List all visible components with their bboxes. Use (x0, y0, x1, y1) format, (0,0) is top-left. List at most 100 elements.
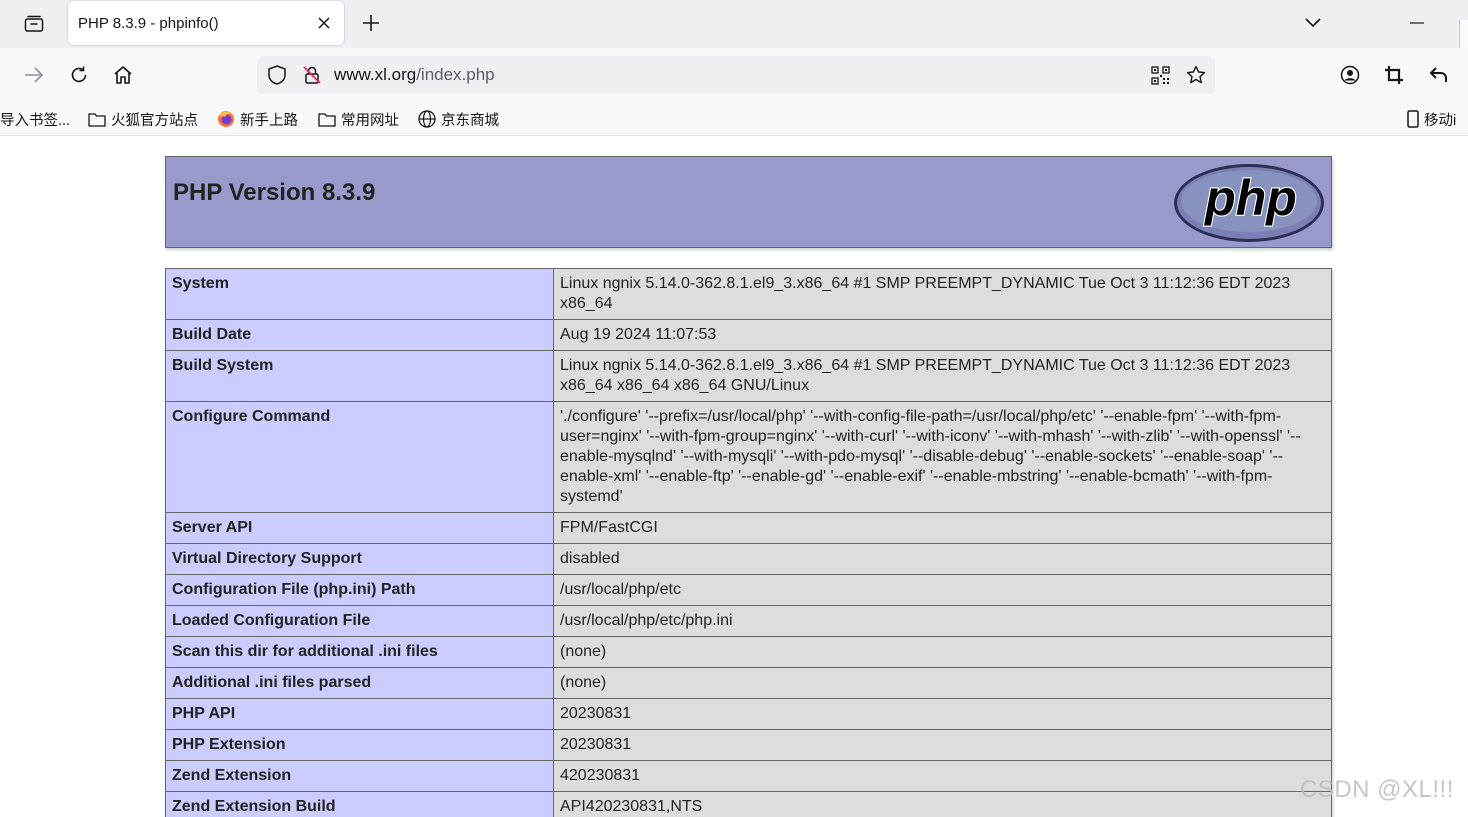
row-value: (none) (553, 667, 1332, 699)
row-value: Linux ngnix 5.14.0-362.8.1.el9_3.x86_64 … (553, 350, 1332, 402)
row-key: Server API (165, 512, 554, 544)
arrow-right-icon (25, 67, 44, 83)
chevron-down-icon (1305, 18, 1321, 28)
row-value: 20230831 (553, 729, 1332, 761)
bookmarks-toolbar: 导入书签... 火狐官方站点 新手上路 常用网址 京东商城 移动i (0, 102, 1468, 136)
row-key: Configuration File (php.ini) Path (165, 574, 554, 606)
row-key: Build Date (165, 319, 554, 351)
bookmark-import[interactable]: 导入书签... (0, 108, 70, 130)
row-key: Zend Extension Build (165, 791, 554, 817)
bookmark-label: 新手上路 (240, 112, 298, 129)
row-value: Linux ngnix 5.14.0-362.8.1.el9_3.x86_64 … (553, 268, 1332, 320)
navigation-toolbar: www.xl.org/index.php (0, 48, 1468, 102)
row-key: Scan this dir for additional .ini files (165, 636, 554, 668)
row-value: Aug 19 2024 11:07:53 (553, 319, 1332, 351)
table-row: Zend Extension 420230831 (165, 760, 1332, 792)
php-version-header: PHP Version 8.3.9 php (165, 156, 1332, 248)
row-key: Loaded Configuration File (165, 605, 554, 637)
table-row: Configure Command './configure' '--prefix… (165, 401, 1332, 513)
table-row: Configuration File (php.ini) Path/usr/lo… (165, 574, 1332, 606)
row-value: './configure' '--prefix=/usr/local/php' … (553, 401, 1332, 513)
row-key: Virtual Directory Support (165, 543, 554, 575)
row-key: PHP Extension (165, 729, 554, 761)
table-row: Build System Linux ngnix 5.14.0-362.8.1.e… (165, 350, 1332, 402)
bookmark-label: 导入书签... (0, 112, 71, 129)
tab-strip: PHP 8.3.9 - phpinfo() (0, 0, 1468, 48)
page-title: PHP Version 8.3.9 (173, 179, 376, 206)
folder-icon (87, 109, 107, 129)
window-minimize-button[interactable] (1402, 8, 1432, 38)
table-row: Server API FPM/FastCGI (165, 512, 1332, 544)
row-key: Additional .ini files parsed (165, 667, 554, 699)
minimize-icon (1410, 22, 1424, 24)
plus-icon (363, 15, 379, 31)
row-value: API420230831,NTS (553, 791, 1332, 817)
table-row: Zend Extension Build API420230831,NTS (165, 791, 1332, 817)
bookmark-firefox-official[interactable]: 火狐官方站点 (87, 108, 198, 130)
table-row: Additional .ini files parsed (none) (165, 667, 1332, 699)
close-icon (318, 17, 330, 29)
qr-code-icon[interactable] (1149, 64, 1171, 86)
svg-text:php: php (1203, 170, 1297, 226)
row-value: /usr/local/php/etc (553, 574, 1332, 606)
insecure-lock-icon[interactable] (301, 64, 323, 86)
home-button[interactable] (107, 59, 139, 91)
mobile-phone-icon (1406, 109, 1420, 129)
reload-icon (71, 66, 87, 83)
table-row: PHP Extension 20230831 (165, 729, 1332, 761)
globe-icon (417, 109, 437, 129)
firefox-view-button[interactable] (14, 8, 54, 40)
bookmark-label: 移动i (1424, 112, 1457, 129)
bookmark-label: 常用网址 (341, 112, 399, 129)
row-key: Configure Command (165, 401, 554, 513)
new-tab-button[interactable] (356, 8, 386, 38)
table-row: Build Date Aug 19 2024 11:07:53 (165, 319, 1332, 351)
tracking-protection-shield-icon[interactable] (266, 64, 288, 86)
bookmark-jd[interactable]: 京东商城 (417, 108, 499, 130)
tab-title: PHP 8.3.9 - phpinfo() (78, 14, 219, 32)
row-value: (none) (553, 636, 1332, 668)
bookmark-getting-started[interactable]: 新手上路 (216, 108, 298, 130)
row-key: PHP API (165, 698, 554, 730)
tab-phpinfo[interactable]: PHP 8.3.9 - phpinfo() (68, 1, 344, 45)
folder-icon (317, 109, 337, 129)
php-info-table: System Linux ngnix 5.14.0-362.8.1.el9_3.x… (165, 268, 1332, 817)
php-logo[interactable]: php (1173, 163, 1325, 248)
url-path: /index.php (416, 65, 495, 84)
row-value: /usr/local/php/etc/php.ini (553, 605, 1332, 637)
url-text[interactable]: www.xl.org/index.php (334, 65, 495, 85)
tab-list-icon (24, 15, 44, 32)
home-icon (114, 66, 132, 84)
undo-arrow-icon (1429, 67, 1447, 82)
row-key: Build System (165, 350, 554, 402)
url-host: www.xl.org (334, 65, 417, 84)
table-row: PHP API 20230831 (165, 698, 1332, 730)
reload-button[interactable] (63, 59, 95, 91)
table-row: Virtual Directory Support disabled (165, 543, 1332, 575)
page-content: PHP Version 8.3.9 php System Linux ngnix … (0, 136, 1468, 817)
table-row: Scan this dir for additional .ini files(… (165, 636, 1332, 668)
bookmark-star-icon[interactable] (1185, 64, 1207, 86)
firefox-icon (216, 109, 236, 129)
list-all-tabs-button[interactable] (1298, 8, 1328, 38)
watermark: CSDN @XL!!! (1300, 776, 1454, 803)
row-value: 20230831 (553, 698, 1332, 730)
row-key: System (165, 268, 554, 320)
row-value: disabled (553, 543, 1332, 575)
account-button[interactable] (1334, 59, 1366, 91)
row-value: 420230831 (553, 760, 1332, 792)
mobile-bookmarks[interactable]: 移动i (1406, 108, 1456, 130)
tab-close-button[interactable] (314, 13, 334, 33)
table-row: Loaded Configuration File/usr/local/php/… (165, 605, 1332, 637)
crop-icon (1385, 66, 1403, 84)
row-key: Zend Extension (165, 760, 554, 792)
forward-button[interactable] (18, 59, 50, 91)
table-row: System Linux ngnix 5.14.0-362.8.1.el9_3.x… (165, 268, 1332, 320)
row-value: FPM/FastCGI (553, 512, 1332, 544)
undo-close-button[interactable] (1423, 59, 1455, 91)
address-bar[interactable]: www.xl.org/index.php (257, 56, 1215, 94)
screenshot-button[interactable] (1378, 59, 1410, 91)
bookmark-common-sites[interactable]: 常用网址 (317, 108, 399, 130)
bookmark-label: 火狐官方站点 (111, 112, 198, 129)
account-icon (1340, 65, 1360, 85)
